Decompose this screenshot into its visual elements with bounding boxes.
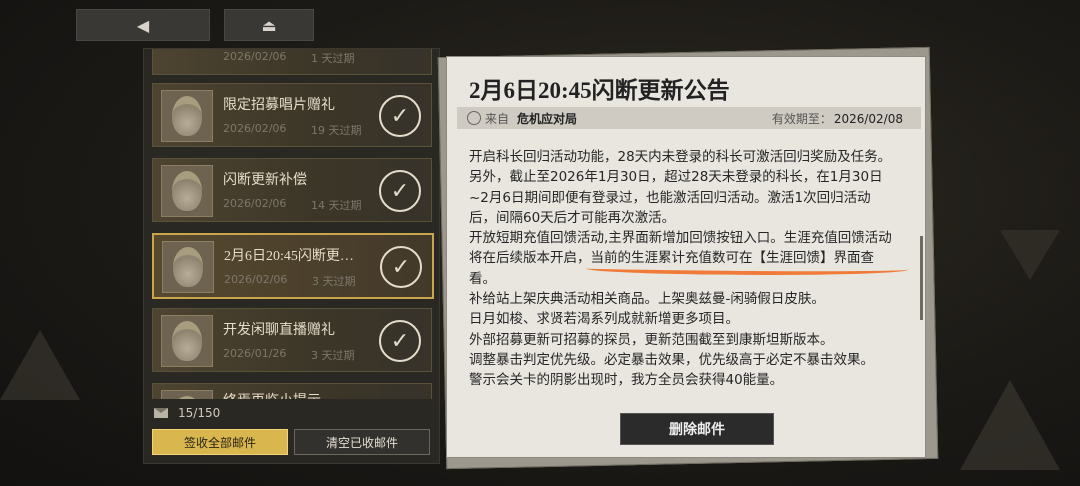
valid-label: 有效期至： 2026/02/08 (771, 111, 903, 126)
sender-bar: 来自 危机应对局 有效期至： 2026/02/08 (457, 107, 921, 129)
valid-date: 2026/02/08 (833, 111, 903, 126)
body-line: 补给站上架庆典活动相关商品。上架奥兹曼-闲骑假日皮肤。 (469, 291, 825, 308)
envelope-icon (154, 408, 168, 418)
mail-item[interactable]: 2026/02/06 1 天过期 (152, 49, 432, 75)
claimed-check-icon: ✓ (379, 95, 421, 137)
body-line: 日月如梭、求贤若渴系列成就新增更多项目。 (469, 311, 739, 328)
avatar (161, 315, 213, 367)
home-icon: ⏏ (261, 15, 277, 35)
mail-title: 闪断更新补偿 (223, 173, 307, 188)
body-line: 调整暴击判定优先级。必定暴击效果，优先级高于必定不暴击效果。 (469, 351, 874, 368)
claim-all-button[interactable]: 签收全部邮件 (152, 429, 288, 455)
mail-date: 2026/02/06 (224, 273, 288, 286)
mail-expiry: 3 天过期 (311, 349, 355, 362)
mail-item[interactable]: 限定招募唱片赠礼 2026/02/06 19 天过期 ✓ (152, 83, 432, 147)
detail-scrollbar[interactable] (920, 236, 923, 320)
body-line: 后，间隔60天后才可能再次激活。 (469, 209, 676, 226)
mail-item[interactable]: 开发闲聊直播赠礼 2026/01/26 3 天过期 ✓ (152, 308, 432, 372)
delete-mail-button[interactable]: 删除邮件 (620, 413, 774, 445)
claimed-check-icon: ✓ (379, 170, 421, 212)
person-icon (467, 111, 481, 125)
mail-item[interactable]: 闪断更新补偿 2026/02/06 14 天过期 ✓ (152, 158, 432, 222)
body-line: 开放短期充值回馈活动,主界面新增加回馈按钮入口。生涯充值回馈活动 (469, 230, 892, 247)
body-line: 外部招募更新可招募的探员，更新范围截至到康斯坦斯版本。 (469, 331, 834, 348)
mail-expiry: 1 天过期 (311, 52, 355, 65)
home-button[interactable]: ⏏ (224, 9, 314, 41)
mail-list[interactable]: 2026/02/06 1 天过期 限定招募唱片赠礼 2026/02/06 19 … (144, 49, 439, 399)
claimed-check-icon: ✓ (379, 320, 421, 362)
mail-date: 2026/01/26 (223, 347, 287, 360)
mail-date: 2026/02/06 (223, 122, 287, 135)
back-button[interactable]: ◀ (76, 9, 210, 41)
mail-date: 2026/02/06 (223, 197, 287, 210)
mail-title: 2月6日20:45闪断更… (224, 249, 354, 264)
avatar (161, 390, 213, 399)
mail-title: 限定招募唱片赠礼 (223, 98, 335, 113)
mail-count-text: 15/150 (178, 406, 221, 420)
claimed-check-icon: ✓ (380, 246, 422, 288)
mail-list-panel: 2026/02/06 1 天过期 限定招募唱片赠礼 2026/02/06 19 … (143, 48, 440, 464)
avatar (162, 241, 214, 293)
body-line: ~2月6日期间即便有登录过，也能激活回归活动。激活1次回归活动 (469, 189, 871, 206)
mail-item[interactable]: 终焉再临小提示 (152, 383, 432, 399)
from-label: 来自 (485, 111, 510, 126)
mail-count: 15/150 (154, 403, 220, 423)
body-line: 另外，截止至2026年1月30日，超过28天未登录的科长，在1月30日 (469, 169, 883, 186)
sender-name: 危机应对局 (517, 111, 578, 126)
mail-date: 2026/02/06 (223, 50, 287, 63)
mail-expiry: 19 天过期 (311, 124, 362, 137)
mail-detail-title: 2月6日20:45闪断更新公告 (469, 78, 730, 103)
mail-expiry: 3 天过期 (312, 275, 356, 288)
body-line: 警示会关卡的阴影出现时，我方全员会获得40能量。 (469, 372, 784, 389)
back-arrow-icon: ◀ (136, 15, 150, 35)
mail-title: 开发闲聊直播赠礼 (223, 323, 335, 338)
mail-expiry: 14 天过期 (311, 199, 362, 212)
mail-detail-panel: 2月6日20:45闪断更新公告 来自 危机应对局 有效期至： 2026/02/08… (446, 56, 926, 458)
bg-decoration (1000, 230, 1060, 280)
mail-item-selected[interactable]: 2月6日20:45闪断更… 2026/02/06 3 天过期 ✓ (152, 233, 434, 299)
avatar (161, 90, 213, 142)
mail-title: 终焉再临小提示 (223, 390, 321, 399)
bg-decoration (0, 330, 80, 400)
bg-decoration (960, 380, 1060, 470)
avatar (161, 165, 213, 217)
clear-read-button[interactable]: 清空已收邮件 (294, 429, 430, 455)
body-line: 开启科长回归活动功能，28天内未登录的科长可激活回归奖励及任务。 (469, 149, 892, 165)
